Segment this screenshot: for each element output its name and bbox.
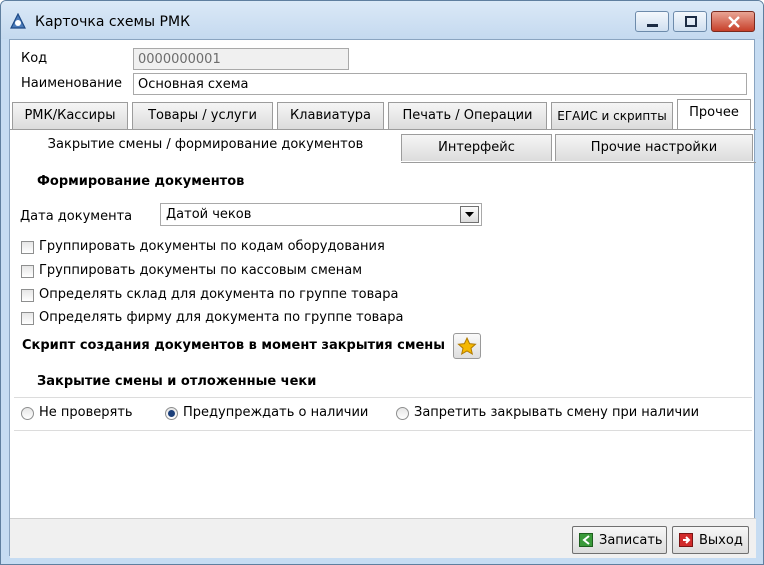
date-select[interactable]: Датой чеков bbox=[160, 203, 482, 226]
script-label: Скрипт создания документов в момент закр… bbox=[22, 338, 446, 353]
subtab-border bbox=[401, 162, 756, 163]
save-label: Записать bbox=[599, 533, 663, 548]
forbid-label: Запретить закрывать смену при наличии bbox=[414, 405, 700, 420]
exit-icon bbox=[679, 533, 693, 547]
forbid-radio[interactable] bbox=[396, 407, 409, 420]
minimize-button[interactable] bbox=[635, 11, 669, 32]
exit-button[interactable]: Выход bbox=[672, 526, 749, 554]
dialog-content: Код 0000000001 Наименование Основная схе… bbox=[9, 39, 756, 558]
documents-section-title: Формирование документов bbox=[37, 174, 245, 189]
app-icon bbox=[10, 13, 26, 29]
close-button[interactable] bbox=[711, 11, 755, 32]
warn-label: Предупреждать о наличии bbox=[183, 405, 369, 420]
firm-by-group-label: Определять фирму для документа по группе… bbox=[39, 310, 404, 325]
group-by-shifts-checkbox[interactable] bbox=[21, 265, 34, 278]
group-by-shifts-label: Группировать документы по кассовым смена… bbox=[39, 263, 363, 278]
tab-egais-scripts[interactable]: ЕГАИС и скрипты bbox=[551, 102, 673, 129]
window-title: Карточка схемы РМК bbox=[35, 14, 191, 30]
warn-radio[interactable] bbox=[165, 407, 178, 420]
shift-group-top bbox=[14, 397, 752, 398]
tab-goods-services[interactable]: Товары / услуги bbox=[132, 102, 273, 129]
name-label: Наименование bbox=[21, 76, 123, 91]
date-label: Дата документа bbox=[20, 209, 133, 224]
firm-by-group-checkbox[interactable] bbox=[21, 312, 34, 325]
radio-selected-dot bbox=[168, 410, 175, 417]
code-label: Код bbox=[21, 51, 48, 66]
exit-label: Выход bbox=[699, 533, 743, 548]
tab-print-operations[interactable]: Печать / Операции bbox=[388, 102, 547, 129]
warehouse-by-group-checkbox[interactable] bbox=[21, 289, 34, 302]
tab-rmk-cashiers[interactable]: РМК/Кассиры bbox=[12, 102, 128, 129]
minimize-icon bbox=[647, 24, 658, 27]
date-select-value: Датой чеков bbox=[166, 207, 252, 222]
warehouse-by-group-label: Определять склад для документа по группе… bbox=[39, 287, 399, 302]
tab-panel-border bbox=[10, 129, 756, 130]
close-icon bbox=[728, 16, 740, 28]
save-icon bbox=[579, 533, 593, 547]
subtab-other-settings[interactable]: Прочие настройки bbox=[555, 134, 753, 161]
subtab-interface[interactable]: Интерфейс bbox=[401, 134, 552, 161]
tab-other[interactable]: Прочее bbox=[677, 99, 751, 129]
code-field[interactable]: 0000000001 bbox=[133, 48, 349, 70]
chevron-down-icon bbox=[465, 212, 474, 217]
subtab-shift-closing[interactable]: Закрытие смены / формирование документов bbox=[10, 131, 401, 161]
star-icon bbox=[457, 336, 477, 355]
save-button[interactable]: Записать bbox=[572, 526, 667, 554]
no-check-radio[interactable] bbox=[21, 407, 34, 420]
group-by-equipment-checkbox[interactable] bbox=[21, 241, 34, 254]
sub-tabs: Закрытие смены / формирование документов… bbox=[10, 131, 756, 162]
main-tabs: РМК/Кассиры Товары / услуги Клавиатура П… bbox=[10, 99, 756, 129]
footer-bar: Записать Выход bbox=[10, 518, 756, 558]
maximize-button[interactable] bbox=[673, 11, 707, 32]
shift-section-title: Закрытие смены и отложенные чеки bbox=[37, 374, 317, 389]
group-by-equipment-label: Группировать документы по кодам оборудов… bbox=[39, 239, 385, 254]
shift-group-bottom bbox=[14, 430, 752, 431]
window: Карточка схемы РМК Код 0000000001 Наимен… bbox=[0, 0, 764, 565]
name-field[interactable]: Основная схема bbox=[133, 73, 747, 95]
tab-keyboard[interactable]: Клавиатура bbox=[277, 102, 384, 129]
dropdown-button[interactable] bbox=[460, 206, 479, 223]
restore-icon bbox=[685, 16, 697, 27]
script-button[interactable] bbox=[453, 333, 481, 359]
title-bar[interactable]: Карточка схемы РМК bbox=[1, 1, 763, 39]
no-check-label: Не проверять bbox=[39, 405, 133, 420]
